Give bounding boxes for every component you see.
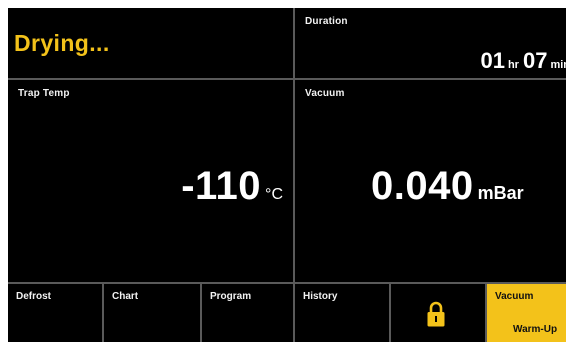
duration-label: Duration [305,16,348,27]
vacuum-unit: mBar [477,183,524,203]
vacuum-label: Vacuum [305,88,345,99]
status-panel: Drying... [8,8,295,80]
duration-hours-unit: hr [507,59,519,71]
vacuum-value: 0.040 [371,164,474,208]
lock-icon [427,301,445,327]
duration-minutes-unit: min [550,59,566,71]
program-button[interactable]: Program [202,284,295,342]
vacuum-panel: Vacuum 0.040 mBar [295,80,566,284]
duration-minutes: 07 [522,48,548,73]
chart-button[interactable]: Chart [104,284,202,342]
vacuum-button-label: Vacuum [495,291,534,302]
duration-readout: 01hr07min [480,48,566,74]
history-label: History [303,291,338,302]
status-text: Drying... [14,30,110,56]
duration-hours: 01 [480,48,505,73]
trap-temp-panel: Trap Temp -110 °C [8,80,295,284]
freeze-dryer-screen: Drying... Duration 01hr07min Trap Temp -… [8,8,566,342]
defrost-label: Defrost [16,291,52,302]
trap-temp-label: Trap Temp [18,88,70,99]
trap-temp-readout: -110 °C [181,164,283,209]
defrost-button[interactable]: Defrost [8,284,104,342]
trap-temp-value: -110 [181,164,262,208]
chart-label: Chart [112,291,139,302]
history-button[interactable]: History [295,284,391,342]
duration-panel: Duration 01hr07min [295,8,566,80]
bottom-nav: Defrost Chart Program History Vacuum War… [8,284,566,342]
lock-button[interactable] [391,284,487,342]
trap-temp-unit: °C [265,186,283,203]
vacuum-readout: 0.040 mBar [371,164,524,209]
vacuum-button[interactable]: Vacuum Warm-Up [487,284,566,342]
program-label: Program [210,291,252,302]
warm-up-label: Warm-Up [513,324,558,335]
